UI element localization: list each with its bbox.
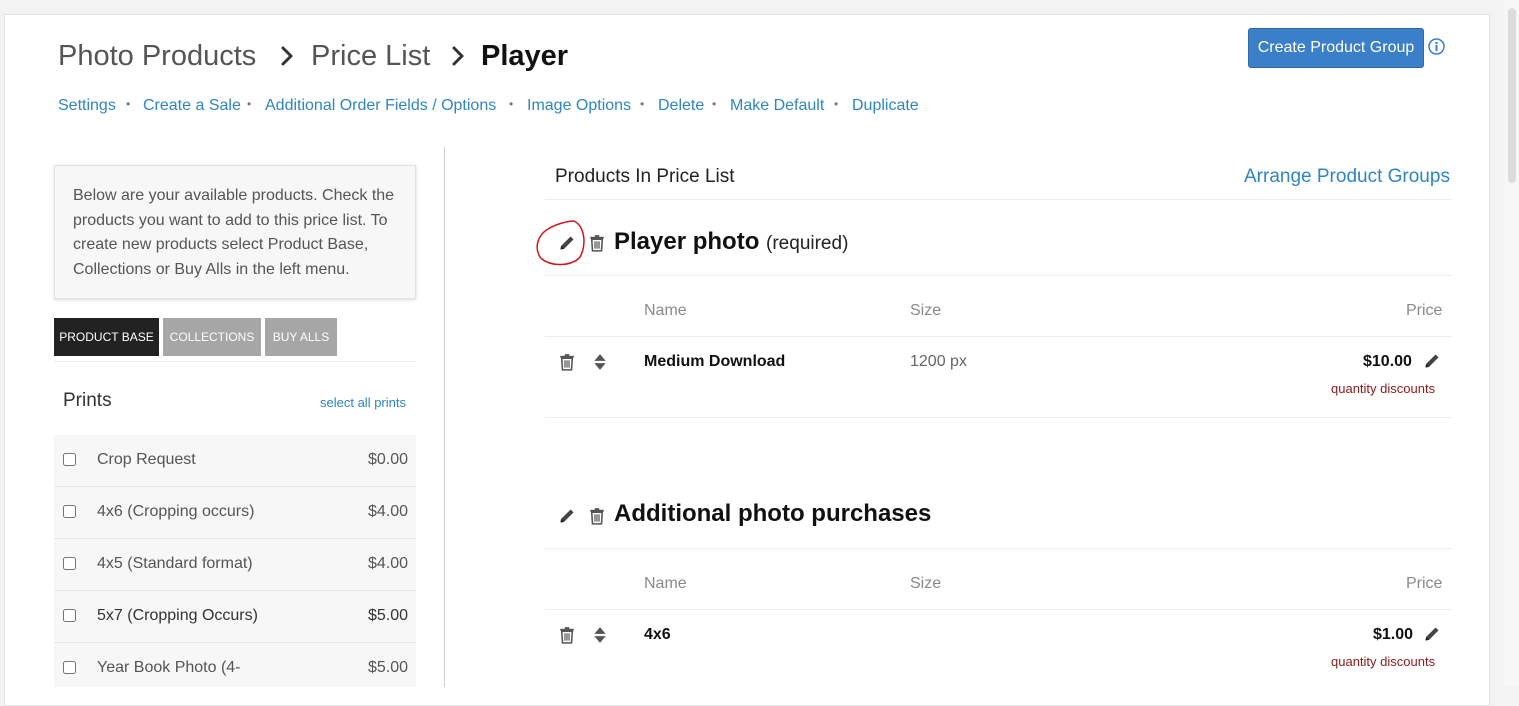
- page-title: Player: [481, 40, 569, 72]
- nav-separator: •: [712, 97, 717, 111]
- item-name: 4x6: [644, 626, 671, 643]
- scrollbar-thumb[interactable]: [1508, 8, 1516, 183]
- annotation-circle: [536, 220, 585, 266]
- group-title: Player photo (required): [614, 228, 848, 256]
- tab-product-base[interactable]: PRODUCT BASE: [54, 318, 159, 356]
- product-name: 5x7 (Cropping Occurs): [97, 607, 258, 624]
- group-required-note: (required): [766, 233, 849, 254]
- create-product-group-button[interactable]: Create Product Group: [1248, 28, 1424, 68]
- tab-buy-alls[interactable]: BUY ALLS: [265, 318, 337, 356]
- trash-icon[interactable]: [588, 507, 606, 525]
- make-default-link[interactable]: Make Default: [730, 97, 824, 115]
- column-header-name: Name: [644, 575, 687, 592]
- product-price: $5.00: [367, 659, 408, 676]
- quantity-discounts-link[interactable]: quantity discounts: [1331, 381, 1435, 396]
- product-price: $0.00: [367, 451, 408, 468]
- nav-separator: •: [509, 97, 514, 111]
- product-price: $4.00: [367, 555, 408, 572]
- divider: [545, 275, 1452, 276]
- list-item: 5x7 (Cropping Occurs) $5.00: [54, 591, 416, 643]
- tab-collections[interactable]: COLLECTIONS: [163, 318, 261, 356]
- breadcrumb-price-list[interactable]: Price List: [311, 40, 430, 73]
- create-sale-link[interactable]: Create a Sale: [143, 97, 241, 115]
- divider: [545, 609, 1452, 610]
- help-text-box: Below are your available products. Check…: [54, 165, 416, 299]
- item-size: 1200 px: [910, 353, 967, 370]
- group-name: Additional photo purchases: [614, 500, 932, 527]
- product-checkbox[interactable]: [63, 557, 76, 570]
- trash-icon[interactable]: [558, 626, 576, 644]
- products-in-price-list-title: Products In Price List: [555, 166, 735, 187]
- chevron-right-icon: [446, 44, 470, 68]
- nav-separator: •: [640, 97, 645, 111]
- item-price: $1.00: [1373, 626, 1414, 643]
- column-header-size: Size: [910, 575, 942, 592]
- pencil-icon[interactable]: [1423, 352, 1441, 370]
- list-item: 4x6 (Cropping occurs) $4.00: [54, 487, 416, 539]
- select-all-prints-link[interactable]: select all prints: [320, 395, 406, 410]
- divider: [545, 199, 1452, 200]
- list-item: Year Book Photo (4- $5.00: [54, 643, 416, 687]
- additional-order-fields-link[interactable]: Additional Order Fields / Options: [265, 97, 496, 115]
- column-header-name: Name: [644, 302, 687, 319]
- divider: [545, 336, 1452, 337]
- product-price: $4.00: [367, 503, 408, 520]
- column-divider: [444, 147, 445, 687]
- arrange-product-groups-link[interactable]: Arrange Product Groups: [1244, 166, 1450, 188]
- breadcrumb-photo-products[interactable]: Photo Products: [58, 40, 256, 73]
- divider: [54, 361, 416, 362]
- pencil-icon[interactable]: [1423, 625, 1441, 643]
- group-title: Additional photo purchases: [614, 500, 931, 528]
- duplicate-link[interactable]: Duplicate: [852, 97, 919, 115]
- nav-separator: •: [834, 97, 839, 111]
- page-scrollbar[interactable]: [1504, 0, 1519, 687]
- settings-link[interactable]: Settings: [58, 97, 116, 115]
- list-item: 4x5 (Standard format) $4.00: [54, 539, 416, 591]
- product-name: 4x6 (Cropping occurs): [97, 503, 255, 520]
- product-checkbox[interactable]: [63, 505, 76, 518]
- column-header-price: Price: [1406, 575, 1443, 592]
- group-name: Player photo: [614, 228, 760, 255]
- image-options-link[interactable]: Image Options: [527, 97, 631, 115]
- nav-separator: •: [247, 97, 252, 111]
- delete-link[interactable]: Delete: [658, 97, 704, 115]
- pencil-icon[interactable]: [558, 507, 576, 525]
- sort-arrows-icon[interactable]: [591, 626, 609, 644]
- column-header-size: Size: [910, 302, 942, 319]
- info-icon[interactable]: [1428, 38, 1445, 55]
- prints-section-title: Prints: [63, 390, 112, 411]
- trash-icon[interactable]: [558, 353, 576, 371]
- nav-separator: •: [126, 97, 131, 111]
- divider: [545, 548, 1452, 549]
- trash-icon[interactable]: [588, 234, 606, 252]
- chevron-right-icon: [275, 44, 299, 68]
- product-checkbox[interactable]: [63, 661, 76, 674]
- product-name: Crop Request: [97, 451, 196, 468]
- product-name: Year Book Photo (4-: [97, 659, 241, 676]
- product-name: 4x5 (Standard format): [97, 555, 253, 572]
- item-price: $10.00: [1363, 353, 1412, 370]
- product-price: $5.00: [367, 607, 408, 624]
- item-name: Medium Download: [644, 353, 786, 370]
- product-checkbox[interactable]: [63, 453, 76, 466]
- column-header-price: Price: [1406, 302, 1443, 319]
- quantity-discounts-link[interactable]: quantity discounts: [1331, 654, 1435, 669]
- list-item: Crop Request $0.00: [54, 435, 416, 487]
- divider: [545, 417, 1452, 418]
- product-checkbox[interactable]: [63, 609, 76, 622]
- sort-arrows-icon[interactable]: [591, 353, 609, 371]
